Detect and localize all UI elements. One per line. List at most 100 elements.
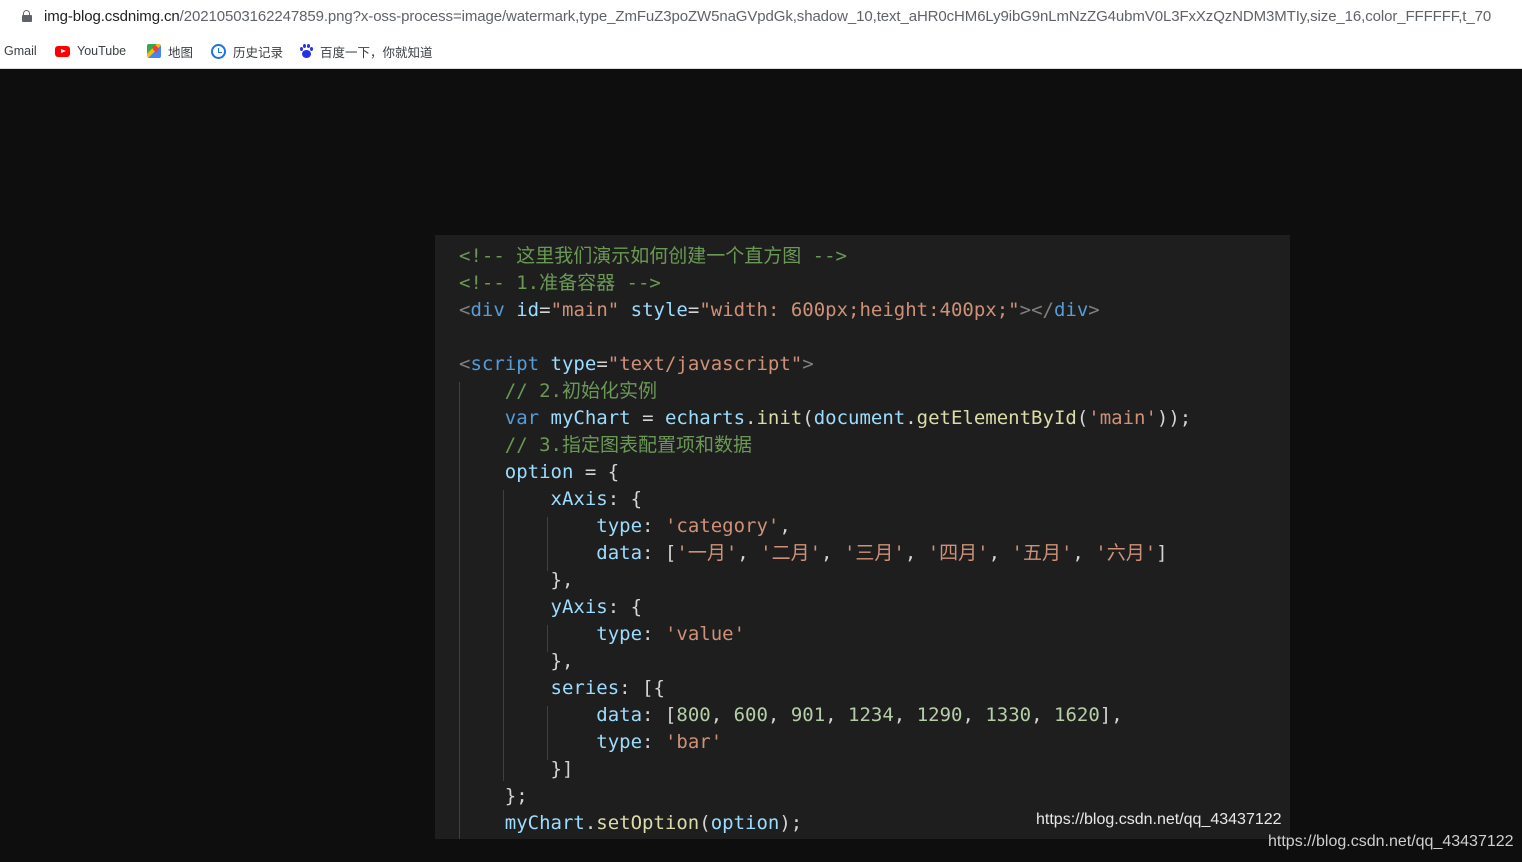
code-token: '三月' [843, 542, 905, 564]
code-token: // 2.初始化实例 [459, 380, 657, 402]
code-token: = [630, 407, 665, 429]
code-token: // 3.指定图表配置项和数据 [459, 434, 752, 456]
code-token: getElementById [916, 407, 1077, 429]
code-token: . [745, 407, 757, 429]
code-token: init [756, 407, 803, 429]
code-token: echarts [664, 407, 746, 429]
code-token: type [596, 623, 643, 645]
code-line: }, [459, 567, 574, 594]
code-token: ] [1156, 542, 1168, 564]
code-token: : { [607, 596, 643, 618]
code-token: 'value' [664, 623, 746, 645]
code-token: 1290 [916, 704, 963, 726]
code-token: setOption [596, 812, 700, 834]
code-token: , [988, 542, 1012, 564]
code-screenshot: <!-- 这里我们演示如何创建一个直方图 --> <!-- 1.准备容器 --> <… [435, 235, 1290, 839]
code-token: ( [699, 812, 711, 834]
code-token: }, [459, 650, 574, 672]
code-token: 800 [676, 704, 711, 726]
code-token: }] [459, 758, 574, 780]
bookmark-label: Gmail [4, 44, 37, 58]
code-line: yAxis: { [459, 594, 643, 621]
code-token: , [904, 542, 928, 564]
code-line: <script type="text/javascript"> [459, 351, 814, 378]
code-token: '五月' [1011, 542, 1073, 564]
code-token: < [459, 299, 471, 321]
code-token: 'main' [1088, 407, 1157, 429]
code-token: option [710, 812, 780, 834]
code-line: // 2.初始化实例 [459, 378, 657, 405]
code-token: = [539, 299, 551, 321]
code-token: 1620 [1054, 704, 1100, 726]
code-token: , [767, 704, 791, 726]
code-token: > [1088, 299, 1100, 321]
bookmark-label: YouTube [77, 44, 127, 58]
code-token: "text/javascript" [607, 353, 803, 375]
url-path: /20210503162247859.png?x-oss-process=ima… [179, 8, 1492, 25]
code-token: var [504, 407, 540, 429]
code-token: , [1072, 542, 1096, 564]
code-token: ( [1076, 407, 1089, 429]
code-line: // 3.指定图表配置项和数据 [459, 432, 752, 459]
code-token: myChart [550, 407, 631, 429]
code-token: , [779, 515, 791, 537]
address-bar[interactable]: img-blog.csdnimg.cn/20210503162247859.pn… [0, 0, 1522, 35]
code-line: }; [459, 783, 528, 810]
url-text[interactable]: img-blog.csdnimg.cn/20210503162247859.pn… [44, 8, 1491, 25]
code-line: }, [459, 648, 574, 675]
bookmark-maps[interactable]: 地图 [147, 42, 193, 60]
code-token: < [459, 353, 471, 375]
code-token: : [ [642, 542, 677, 564]
code-line: type: 'bar' [459, 729, 722, 756]
code-token: , [821, 542, 844, 564]
code-token: > [802, 353, 814, 375]
code-token: : { [607, 488, 643, 510]
code-token: type [550, 353, 597, 375]
bookmark-gmail[interactable]: Gmail [4, 42, 37, 60]
code-token: 1330 [985, 704, 1032, 726]
code-token: . [905, 407, 917, 429]
code-line: myChart.setOption(option); [459, 810, 802, 837]
code-token: data [596, 542, 643, 564]
code-token: , [710, 704, 734, 726]
code-token: : [ [642, 704, 677, 726]
code-token: 'bar' [664, 731, 723, 753]
code-line: option = { [459, 459, 619, 486]
code-token: : [{ [619, 677, 665, 699]
code-token: div [470, 299, 505, 321]
code-token: type [596, 731, 643, 753]
history-icon [211, 43, 226, 59]
bookmark-history[interactable]: 历史记录 [211, 42, 283, 60]
lock-icon [22, 10, 32, 22]
code-token: '一月' [676, 542, 738, 564]
code-token: <!-- 这里我们演示如何创建一个直方图 --> [459, 245, 847, 267]
code-line: xAxis: { [459, 486, 643, 513]
code-token: 1234 [848, 704, 894, 726]
code-token: yAxis [550, 596, 608, 618]
code-line: data: ['一月', '二月', '三月', '四月', '五月', '六月… [459, 540, 1168, 567]
code-line: data: [800, 600, 901, 1234, 1290, 1330, … [459, 702, 1122, 729]
bookmark-label: 历史记录 [233, 45, 284, 60]
code-token: : [642, 731, 665, 753]
bookmark-youtube[interactable]: YouTube [55, 42, 126, 60]
watermark-text-outer: https://blog.csdn.net/qq_43437122 [1268, 833, 1514, 850]
code-token: )); [1156, 407, 1192, 429]
bookmark-baidu[interactable]: 百度一下，你就知道 [299, 42, 433, 60]
code-line: }] [459, 756, 574, 783]
code-token: id [516, 299, 540, 321]
code-token: '四月' [927, 542, 989, 564]
code-token: : [642, 623, 665, 645]
code-token: series [550, 677, 620, 699]
code-line: series: [{ [459, 675, 665, 702]
code-line: var myChart = echarts.init(document.getE… [459, 405, 1191, 432]
